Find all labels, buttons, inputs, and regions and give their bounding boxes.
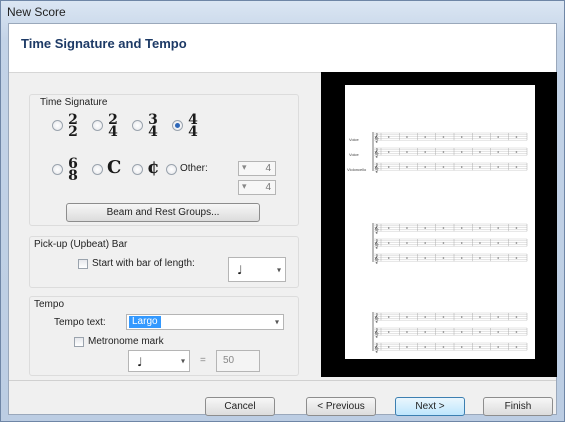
- chevron-down-icon: ▾: [276, 265, 281, 274]
- metronome-note-dropdown[interactable]: ♩ ▾: [128, 350, 190, 372]
- window-title: New Score: [7, 5, 66, 19]
- tempo-group-label: Tempo: [32, 299, 67, 310]
- score-preview-page: Voice Voice Violoncello 𝄞 𝄞 𝄞 𝄞 𝄞 𝄞 𝄞 𝄞 𝄞: [345, 85, 535, 359]
- radio-2-2[interactable]: [52, 120, 63, 131]
- time-signature-group: Time Signature 22 24 34 44 68 C ¢ Other:…: [29, 94, 299, 226]
- pickup-group-label: Pick-up (Upbeat) Bar: [32, 239, 130, 250]
- preview-staves: 𝄞 𝄞 𝄞 𝄞 𝄞 𝄞 𝄞 𝄞 𝄞: [372, 132, 528, 352]
- new-score-dialog: New Score Time Signature and Tempo Time …: [0, 0, 565, 422]
- radio-cut-time[interactable]: [132, 164, 143, 175]
- time-signature-group-label: Time Signature: [38, 97, 110, 108]
- next-button[interactable]: Next >: [395, 397, 465, 416]
- staff-system: 𝄞 𝄞 𝄞: [372, 312, 528, 352]
- tempo-group: Tempo Tempo text: Largo ▾ Metronome mark…: [29, 296, 299, 376]
- other-numerator-field[interactable]: ▾ 4: [238, 161, 276, 176]
- finish-button[interactable]: Finish: [483, 397, 553, 416]
- svg-text:𝄞: 𝄞: [374, 328, 379, 337]
- time-sig-2-2: 22: [68, 112, 78, 140]
- radio-other[interactable]: [166, 164, 177, 175]
- tempo-text-value: Largo: [129, 316, 161, 328]
- spin-arrow-icon: ▾: [242, 162, 247, 172]
- metronome-label: Metronome mark: [88, 336, 164, 347]
- other-label: Other:: [180, 163, 208, 174]
- radio-4-4[interactable]: [172, 120, 183, 131]
- chevron-down-icon: ▾: [180, 356, 185, 366]
- time-sig-4-4: 44: [188, 112, 198, 140]
- pickup-length-dropdown[interactable]: ♩ ▾: [228, 257, 286, 282]
- svg-text:𝄞: 𝄞: [374, 148, 379, 157]
- score-preview: Voice Voice Violoncello 𝄞 𝄞 𝄞 𝄞 𝄞 𝄞 𝄞 𝄞 𝄞: [321, 72, 557, 377]
- tempo-text-label: Tempo text:: [54, 317, 106, 328]
- other-denominator-field[interactable]: ▾ 4: [238, 180, 276, 195]
- equals-sign: =: [200, 355, 206, 366]
- metronome-checkbox[interactable]: [74, 337, 84, 347]
- time-sig-3-4: 34: [148, 112, 158, 140]
- beam-and-rest-groups-button[interactable]: Beam and Rest Groups...: [66, 203, 260, 222]
- dialog-client-area: Time Signature and Tempo Time Signature …: [8, 23, 557, 416]
- quarter-note-icon: ♩: [237, 263, 243, 277]
- pickup-group: Pick-up (Upbeat) Bar Start with bar of l…: [29, 236, 299, 288]
- previous-button[interactable]: < Previous: [306, 397, 376, 416]
- radio-common-time[interactable]: [92, 164, 103, 175]
- radio-3-4[interactable]: [132, 120, 143, 131]
- radio-2-4[interactable]: [92, 120, 103, 131]
- svg-text:𝄞: 𝄞: [374, 343, 379, 352]
- staff-system: 𝄞 𝄞 𝄞: [372, 223, 528, 263]
- page-title: Time Signature and Tempo: [21, 36, 187, 51]
- time-sig-6-8: 68: [68, 156, 78, 184]
- time-sig-2-4: 24: [108, 112, 118, 140]
- pickup-checkbox[interactable]: [78, 259, 88, 269]
- bpm-field[interactable]: 50: [216, 350, 260, 372]
- tempo-text-combobox[interactable]: Largo ▾: [126, 314, 284, 330]
- pickup-checkbox-label: Start with bar of length:: [92, 258, 195, 269]
- svg-text:𝄞: 𝄞: [374, 313, 379, 322]
- svg-text:𝄞: 𝄞: [374, 239, 379, 248]
- svg-text:𝄞: 𝄞: [374, 163, 379, 172]
- cancel-button[interactable]: Cancel: [205, 397, 275, 416]
- svg-text:𝄞: 𝄞: [374, 133, 379, 142]
- header-band: Time Signature and Tempo: [9, 24, 556, 73]
- radio-6-8[interactable]: [52, 164, 63, 175]
- common-time-symbol: C: [107, 157, 122, 178]
- staff-system: 𝄞 𝄞 𝄞: [372, 132, 528, 172]
- svg-text:𝄞: 𝄞: [374, 254, 379, 263]
- svg-text:𝄞: 𝄞: [374, 224, 379, 233]
- footer-divider: [9, 380, 556, 381]
- cut-time-symbol: ¢: [147, 157, 160, 178]
- spin-arrow-icon: ▾: [242, 181, 247, 191]
- chevron-down-icon: ▾: [274, 317, 279, 327]
- quarter-note-icon: ♩: [137, 355, 143, 369]
